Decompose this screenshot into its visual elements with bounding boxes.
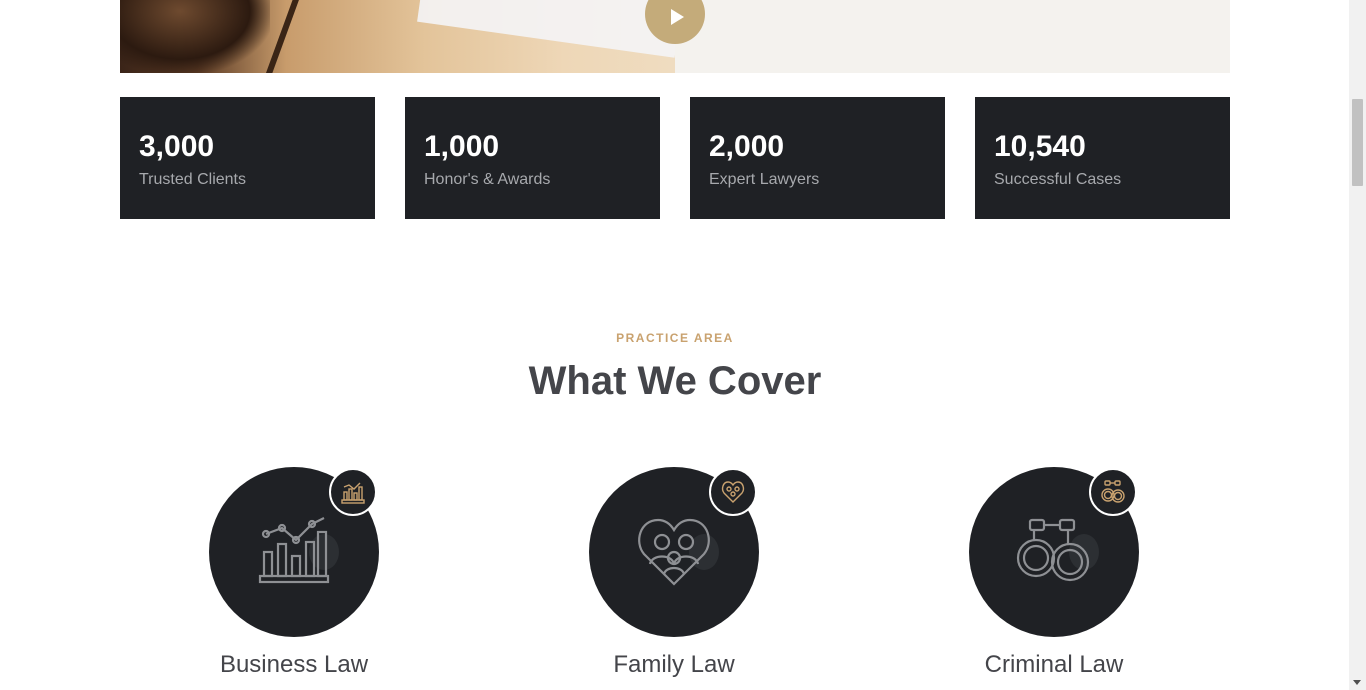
family-heart-icon [638,518,710,586]
hero-panel [675,0,1230,73]
section-title: What We Cover [528,359,822,403]
hero-image [120,0,675,73]
stat-card-successful-cases: 10,540 Successful Cases [975,97,1230,219]
stat-label: Trusted Clients [139,171,246,188]
section-eyebrow: PRACTICE AREA [616,331,734,345]
practice-area-title[interactable]: Family Law [529,650,819,680]
stat-label: Expert Lawyers [709,171,820,188]
scroll-down-arrow-icon[interactable] [1353,680,1361,685]
practice-area-business-law[interactable]: Business Law [209,467,379,678]
business-chart-icon [341,482,365,504]
play-icon [670,8,684,25]
stats-row: 3,000 Trusted Clients 1,000 Honor's & Aw… [120,97,1230,219]
practice-area-title[interactable]: Criminal Law [909,650,1199,680]
stat-card-honors-awards: 1,000 Honor's & Awards [405,97,660,219]
page-scrollbar[interactable] [1349,0,1366,690]
family-heart-icon [721,481,745,503]
practice-area-circle[interactable] [589,467,759,637]
stat-number: 10,540 [994,130,1086,163]
practice-area-title[interactable]: Business Law [149,650,439,680]
stat-label: Successful Cases [994,171,1122,188]
scrollbar-thumb[interactable] [1352,99,1363,186]
stat-card-trusted-clients: 3,000 Trusted Clients [120,97,375,219]
business-chart-icon [258,517,330,584]
stat-number: 1,000 [424,130,500,163]
stat-card-expert-lawyers: 2,000 Expert Lawyers [690,97,945,219]
badge [709,468,757,516]
hero-banner [120,0,1230,73]
stat-number: 2,000 [709,130,785,163]
badge [1089,468,1137,516]
handcuffs-icon [1016,518,1090,582]
stat-label: Honor's & Awards [424,171,551,188]
practice-area-family-law[interactable]: Family Law [589,467,759,678]
handcuffs-icon [1101,480,1125,503]
practice-area-circle[interactable] [209,467,379,637]
practice-area-circle[interactable] [969,467,1139,637]
stat-number: 3,000 [139,130,215,163]
practice-area-criminal-law[interactable]: Criminal Law [969,467,1139,678]
badge [329,468,377,516]
